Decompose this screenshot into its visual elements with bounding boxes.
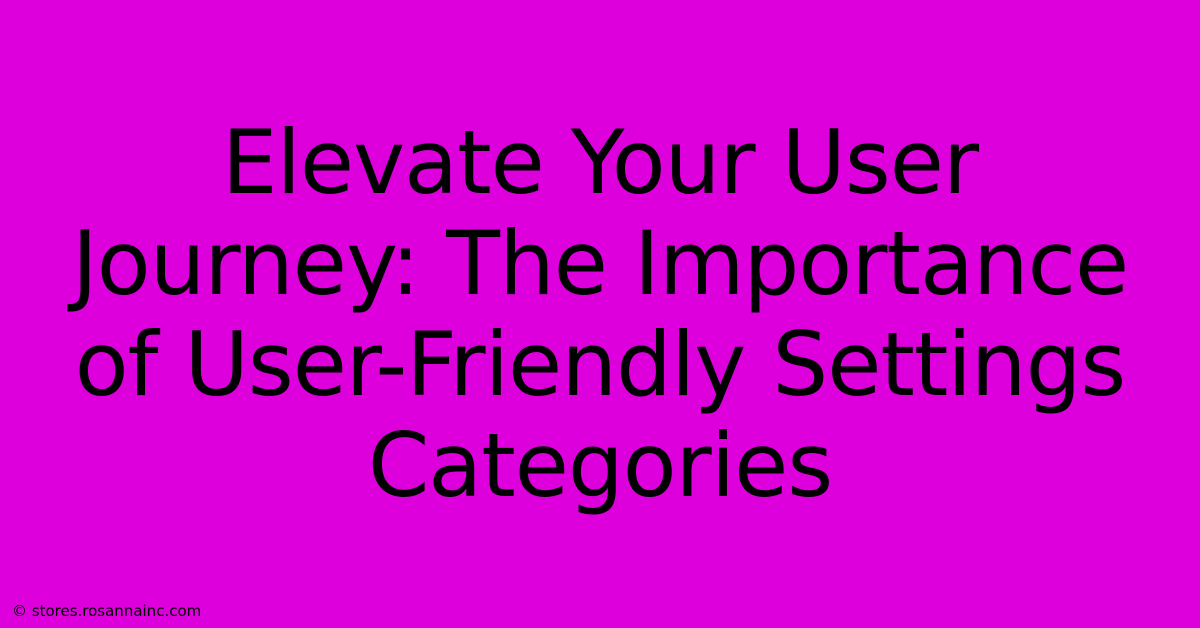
page-title: Elevate Your User Journey: The Importanc… (60, 112, 1140, 517)
attribution-text: © stores.rosannainc.com (12, 602, 201, 620)
title-container: Elevate Your User Journey: The Importanc… (0, 0, 1200, 628)
